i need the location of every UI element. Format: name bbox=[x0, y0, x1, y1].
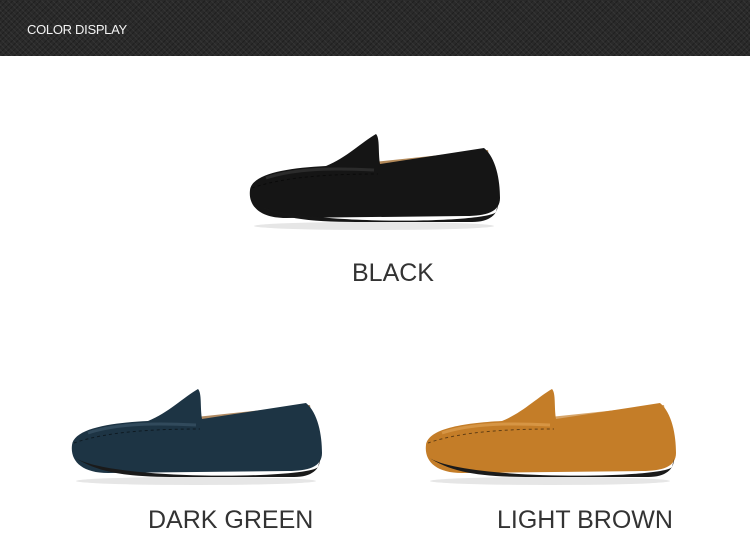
light-brown-loafer-drawing bbox=[425, 389, 676, 485]
color-label-black: BLACK bbox=[352, 259, 434, 287]
section-header-bar: COLOR DISPLAY bbox=[0, 0, 750, 56]
color-label-light-brown: LIGHT BROWN bbox=[497, 506, 673, 534]
black-loafer-image bbox=[246, 128, 504, 232]
section-title: COLOR DISPLAY bbox=[27, 22, 127, 37]
color-label-dark-green: DARK GREEN bbox=[148, 506, 314, 534]
dark-green-loafer-image bbox=[68, 383, 326, 487]
light-brown-loafer-image bbox=[422, 383, 680, 487]
dark-green-loafer-drawing bbox=[71, 389, 322, 485]
black-loafer-drawing bbox=[249, 134, 500, 230]
